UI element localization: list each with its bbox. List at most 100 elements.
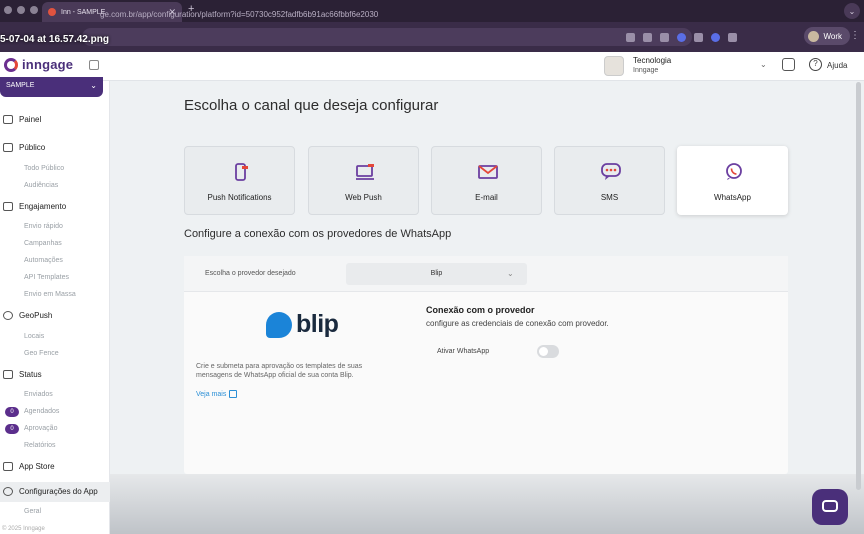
provider-select-value[interactable]: Blip (346, 270, 527, 277)
window-controls[interactable] (4, 6, 38, 14)
activate-whatsapp-toggle[interactable] (537, 345, 559, 358)
sidebar-subitem-locais[interactable]: Locais (24, 333, 44, 340)
close-window-icon[interactable] (4, 6, 12, 14)
channel-card-web-push[interactable]: Web Push (308, 146, 419, 215)
section-title: Configure a conexão com os provedores de… (184, 228, 452, 240)
user-name[interactable]: Tecnologia (633, 56, 671, 65)
collapse-sidebar-icon[interactable] (89, 60, 99, 70)
channel-label: Push Notifications (207, 193, 272, 202)
see-more-link[interactable]: Veja mais (196, 390, 238, 398)
sidebar-subitem-aprovacao[interactable]: Aprovação (24, 425, 57, 432)
support-chat-button[interactable] (812, 489, 848, 525)
see-more-label: Veja mais (196, 390, 227, 398)
workspace-name: SAMPLE (6, 82, 35, 89)
gear-icon (3, 487, 13, 496)
translate-icon[interactable] (643, 33, 652, 42)
status-badge: 0 (5, 424, 19, 434)
monitor-icon (3, 115, 13, 124)
sidebar-item-label: App Store (19, 462, 55, 471)
channel-label: Web Push (345, 193, 382, 202)
sidebar-footer: © 2025 Inngage (2, 526, 45, 532)
avatar[interactable] (604, 56, 624, 76)
envelope-icon (478, 165, 498, 179)
connection-description: configure as credenciais de conexão com … (426, 319, 609, 328)
profile-avatar (808, 30, 820, 42)
sidebar-item-status[interactable]: Status (3, 370, 42, 379)
sidebar-item-label: Status (19, 370, 42, 379)
web-push-icon (356, 164, 374, 180)
blip-logo: blip (266, 310, 339, 339)
provider-description: Crie e submeta para aprovação os templat… (196, 363, 363, 379)
sidebar-subitem-relatorios[interactable]: Relatórios (24, 442, 56, 449)
sidebar-subitem-enviados[interactable]: Enviados (24, 391, 53, 398)
sidebar-subitem-api-templates[interactable]: API Templates (24, 274, 69, 281)
browser-menu-icon[interactable]: ⋮ (850, 30, 860, 41)
channel-card-whatsapp[interactable]: WhatsApp (677, 146, 788, 215)
inngage-logo-text: inngage (22, 57, 74, 72)
sms-bubble-icon (601, 163, 621, 180)
external-link-icon (229, 390, 238, 398)
help-icon[interactable]: ? (809, 58, 822, 71)
key-icon[interactable] (626, 33, 635, 42)
location-pin-icon (3, 311, 13, 320)
sidebar-item-configuracoes[interactable]: Configurações do App (3, 487, 98, 496)
sidebar-item-painel[interactable]: Painel (3, 115, 41, 124)
sidebar-subitem-campanhas[interactable]: Campanhas (24, 240, 62, 247)
provider-label: Escolha o provedor desejado (205, 270, 296, 277)
chat-icon (3, 202, 13, 211)
toggle-label: Ativar WhatsApp (437, 348, 490, 355)
tab-search-icon[interactable]: ⌄ (844, 3, 860, 19)
sidebar-subitem-agendados[interactable]: Agendados (24, 408, 59, 415)
mobile-push-icon (235, 163, 248, 181)
inngage-logo-mark (4, 57, 18, 72)
bookmark-star-icon[interactable] (660, 33, 669, 42)
sidebar-item-label: Painel (19, 115, 42, 124)
address-bar-icons (626, 33, 737, 42)
list-icon (3, 370, 13, 379)
url-field[interactable] (82, 28, 692, 46)
extensions-puzzle-icon[interactable] (728, 33, 737, 42)
chevron-down-icon[interactable]: ⌄ (507, 269, 514, 278)
app-header (0, 52, 864, 81)
sidebar-item-label: Público (19, 143, 46, 152)
favicon-icon (48, 8, 56, 16)
user-org: Inngage (633, 67, 659, 74)
translate-icon[interactable] (782, 58, 795, 71)
extension-icon[interactable] (677, 33, 686, 42)
sidebar-subitem-envio-rapido[interactable]: Envio rápido (24, 223, 63, 230)
sidebar-item-geopush[interactable]: GeoPush (3, 311, 52, 320)
blip-logo-text: blip (296, 310, 339, 338)
channel-label: E-mail (475, 193, 498, 202)
sidebar-subitem-audiencias[interactable]: Audiências (24, 182, 58, 189)
sidebar-item-label: Engajamento (19, 202, 67, 211)
sidebar-subitem-envio-em-massa[interactable]: Envio em Massa (24, 291, 76, 298)
url-text[interactable]: ge.com.br/app/configuration/platform?id=… (100, 10, 378, 19)
maximize-window-icon[interactable] (30, 6, 38, 14)
status-badge: 0 (5, 407, 19, 417)
channel-card-sms[interactable]: SMS (554, 146, 665, 215)
sidebar-item-publico[interactable]: Público (3, 143, 45, 152)
workspace-select[interactable]: SAMPLE ⌄ (0, 77, 103, 97)
blip-logo-mark (266, 311, 292, 338)
sidebar-subitem-geo-fence[interactable]: Geo Fence (24, 350, 59, 357)
chevron-down-icon[interactable]: ⌄ (760, 60, 767, 69)
channel-card-email[interactable]: E-mail (431, 146, 542, 215)
profile-button[interactable]: Work (804, 27, 850, 45)
help-label[interactable]: Ajuda (827, 61, 847, 70)
chat-bubble-icon (822, 500, 838, 512)
channel-card-push[interactable]: Push Notifications (184, 146, 295, 215)
sidebar-item-engajamento[interactable]: Engajamento (3, 202, 66, 211)
whatsapp-icon (726, 163, 742, 180)
sidebar-subitem-automacoes[interactable]: Automações (24, 257, 63, 264)
page-scrollbar[interactable] (856, 82, 861, 490)
chevron-down-icon: ⌄ (90, 81, 97, 90)
screenshot-filename-overlay: 5-07-04 at 16.57.42.png (0, 34, 109, 45)
sidebar-item-app-store[interactable]: App Store (3, 462, 55, 471)
extension-icon[interactable] (711, 33, 720, 42)
inngage-logo[interactable]: inngage (4, 57, 73, 72)
minimize-window-icon[interactable] (17, 6, 25, 14)
sidebar-subitem-geral[interactable]: Geral (24, 508, 41, 515)
extension-icon[interactable] (694, 33, 703, 42)
sidebar-subitem-todo-publico[interactable]: Todo Público (24, 165, 64, 172)
address-bar (0, 22, 864, 52)
